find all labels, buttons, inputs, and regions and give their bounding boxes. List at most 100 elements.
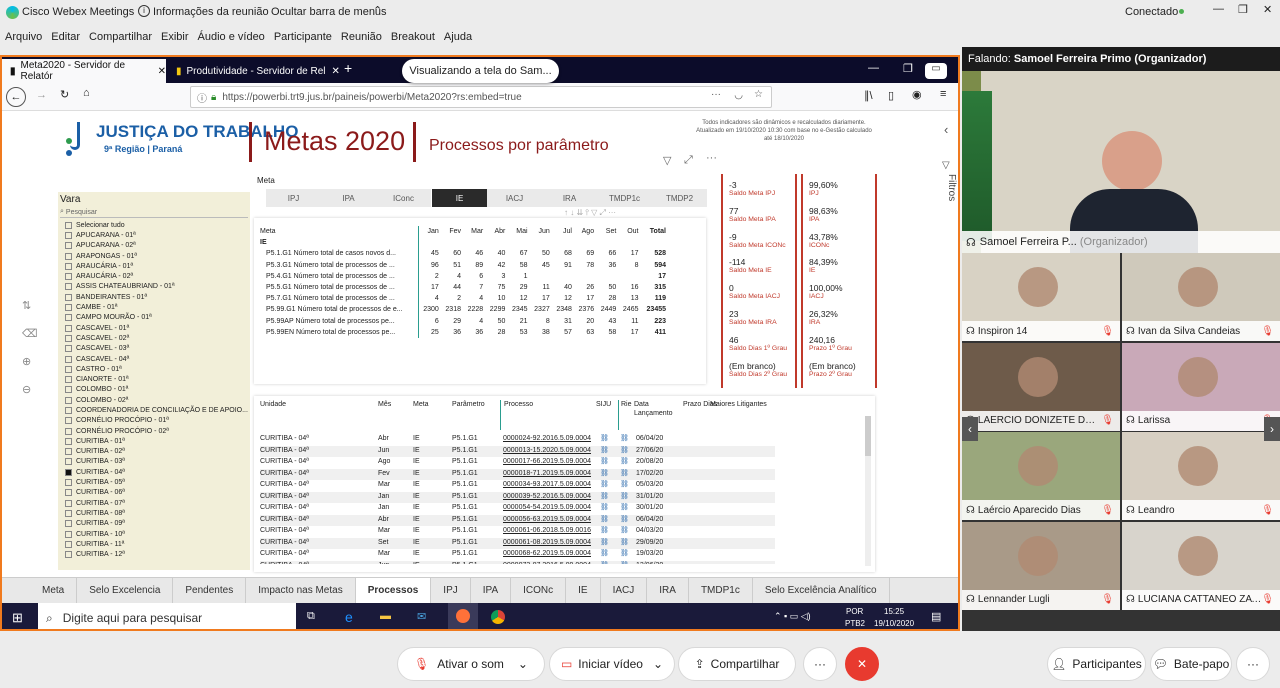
unmute-button[interactable]: 🎙︎ Ativar o som ⌄ <box>397 647 545 681</box>
vara-list-item[interactable]: CASCAVEL - 04ª <box>65 354 250 364</box>
filter-icon[interactable]: ▽ <box>942 160 950 171</box>
vara-list-item[interactable]: CURITIBA - 11ª <box>65 539 250 549</box>
filter-icon[interactable]: ▽ <box>663 154 671 167</box>
siju-link-icon[interactable]: ⛓ <box>600 526 609 534</box>
participant-tile[interactable]: ☊LAERCIO DONIZETE DEL ...🎙︎ <box>962 342 1120 431</box>
process-link[interactable]: 0000013-15.2020.5.09.0004 <box>503 447 591 454</box>
chrome-icon[interactable] <box>491 610 505 624</box>
firefox-taskbar-button[interactable] <box>448 603 478 629</box>
process-link[interactable]: 0000039-52.2016.5.09.0004 <box>503 493 591 500</box>
more-dots-icon[interactable]: ··· <box>711 89 721 100</box>
process-link[interactable]: 0000054-54.2019.5.09.0004 <box>503 504 591 511</box>
report-page-tab[interactable]: ICONc <box>511 577 567 604</box>
detail-header-cell[interactable]: Processo <box>500 400 540 430</box>
panel-options-button[interactable]: ··· <box>1236 647 1270 681</box>
checkbox-icon[interactable] <box>65 386 72 394</box>
menu-audio-video[interactable]: Áudio e vídeo <box>198 31 265 43</box>
detail-row[interactable]: CURITIBA - 04ª Mar IE P5.1.G1 0000061-06.201… <box>260 526 775 538</box>
restore-icon[interactable]: ❐ <box>903 62 913 75</box>
vara-list-item[interactable]: BANDEIRANTES - 01ª <box>65 292 250 302</box>
checkbox-icon[interactable] <box>65 345 72 353</box>
participant-tile[interactable]: ☊ Lennander Lugli 🎙︎ <box>962 521 1120 610</box>
vara-list-item[interactable]: CURITIBA - 07ª <box>65 498 250 508</box>
report-page-tab[interactable]: Processos <box>355 577 432 604</box>
vara-list-item[interactable]: COLOMBO - 02ª <box>65 395 250 405</box>
checkbox-icon[interactable] <box>65 262 72 270</box>
process-link[interactable]: 0000018-71.2019.5.09.0004 <box>503 470 591 477</box>
participant-tile[interactable]: ☊Larissa🎙︎ <box>1122 342 1280 431</box>
reload-icon[interactable]: ↻ <box>60 88 69 101</box>
checkbox-icon[interactable] <box>65 293 72 301</box>
account-icon[interactable]: ◉ <box>912 88 922 101</box>
vara-list-item[interactable]: CAMPO MOURÃO - 01ª <box>65 313 250 323</box>
detail-row[interactable]: CURITIBA - 04ª Set IE P5.1.G1 0000061-08.201… <box>260 537 775 549</box>
notification-icon[interactable]: ▤ <box>931 610 941 623</box>
detail-row[interactable]: CURITIBA - 04ª Ago IE P5.1.G1 0000017-66.201… <box>260 457 775 469</box>
info-icon[interactable]: i <box>138 5 150 17</box>
report-page-tab[interactable]: IACJ <box>601 577 648 604</box>
checkbox-icon[interactable] <box>65 242 72 250</box>
chevron-down-icon[interactable]: ⌄ <box>653 657 663 671</box>
meta-button-iacj[interactable]: IACJ <box>487 189 542 207</box>
clock-date[interactable]: 19/10/2020 <box>874 619 914 628</box>
report-page-tab[interactable]: IPA <box>471 577 512 604</box>
checkbox-icon[interactable] <box>65 273 72 281</box>
library-icon[interactable]: ∥\ <box>864 89 873 102</box>
checkbox-icon[interactable] <box>65 551 72 559</box>
meta-button-ie[interactable]: IE <box>432 189 487 207</box>
close-tab-icon[interactable]: ✕ <box>331 66 339 77</box>
participant-tile[interactable]: ☊ Laércio Aparecido Dias 🎙︎ <box>962 432 1120 520</box>
report-page-tab[interactable]: Selo Excelência Analítico <box>753 577 890 604</box>
siju-link-icon[interactable]: ⛓ <box>600 538 609 546</box>
checkbox-icon[interactable] <box>65 520 72 528</box>
sidebar-icon[interactable]: ▯ <box>888 89 894 102</box>
vara-list-item[interactable]: CORNÉLIO PROCÓPIO - 01ª <box>65 416 250 426</box>
detail-row[interactable]: CURITIBA - 04ª Abr IE P5.1.G1 0000056-63.201… <box>260 514 775 526</box>
vara-list-item[interactable]: APUCARANA - 02ª <box>65 241 250 251</box>
chevron-left-icon[interactable]: ‹ <box>944 122 948 137</box>
checkbox-icon[interactable] <box>65 406 72 414</box>
vara-list-item[interactable]: ARAPONGAS - 01ª <box>65 251 250 261</box>
participant-tile[interactable]: ☊ Leandro 🎙︎ <box>1122 432 1280 520</box>
hamburger-menu-icon[interactable]: ≡ <box>940 88 946 100</box>
checkbox-icon[interactable] <box>65 396 72 404</box>
process-link[interactable]: 0000073-07.2016.5.09.0004 <box>503 562 591 565</box>
vara-list-item[interactable]: CASTRO - 01ª <box>65 364 250 374</box>
task-view-icon[interactable]: ⧉ <box>307 610 315 623</box>
process-link[interactable]: 0000068-62.2019.5.09.0004 <box>503 550 591 557</box>
process-link[interactable]: 0000056-63.2019.5.09.0004 <box>503 516 591 523</box>
matrix-row[interactable]: P5.99EN Número total de processos pe... 2… <box>258 326 668 338</box>
rie-link-icon[interactable]: ⛓ <box>620 538 629 546</box>
vara-list-item[interactable]: ASSIS CHATEAUBRIAND - 01ª <box>65 282 250 292</box>
chevron-down-icon[interactable]: ⌄ <box>518 657 528 671</box>
detail-header-cell[interactable]: Parâmetro <box>452 400 492 409</box>
prev-page-icon[interactable]: ‹ <box>962 417 978 441</box>
vara-list-item[interactable]: CURITIBA - 03ª <box>65 457 250 467</box>
forward-icon[interactable]: → <box>36 89 47 101</box>
tray-icons[interactable]: ⌃ ▪ ▭ ◁) <box>774 611 811 622</box>
vara-list-item[interactable]: CURITIBA - 06ª <box>65 488 250 498</box>
vara-list-item[interactable]: CIANORTE - 01ª <box>65 374 250 384</box>
participants-button[interactable]: 👤︎ Participantes <box>1047 647 1146 681</box>
vara-list-item[interactable]: CURITIBA - 02ª <box>65 447 250 457</box>
rie-link-icon[interactable]: ⛓ <box>620 434 629 442</box>
url-bar[interactable]: ⓘ 🔒︎ https://powerbi.trt9.jus.br/paineis… <box>190 86 772 108</box>
minimize-icon[interactable]: — <box>868 62 879 74</box>
file-explorer-icon[interactable]: ▬ <box>380 610 391 622</box>
report-page-tab[interactable]: TMDP1c <box>689 577 753 604</box>
rie-link-icon[interactable]: ⛓ <box>620 503 629 511</box>
vara-list-item[interactable]: CURITIBA - 10ª <box>65 529 250 539</box>
detail-header-cell[interactable]: Meta <box>413 400 453 409</box>
siju-link-icon[interactable]: ⛓ <box>600 469 609 477</box>
siju-link-icon[interactable]: ⛓ <box>600 434 609 442</box>
meta-button-tmdp2[interactable]: TMDP2 <box>652 189 707 207</box>
zoom-in-icon[interactable]: ⊕ <box>22 355 31 368</box>
sharing-banner[interactable]: Visualizando a tela do Sam... <box>402 59 559 83</box>
vara-list-item[interactable]: APUCARANA - 01ª <box>65 230 250 240</box>
meta-button-iconc[interactable]: IConc <box>376 189 431 207</box>
matrix-row[interactable]: P5.4.G1 Número total de processos de ...… <box>258 270 668 282</box>
menu-breakout[interactable]: Breakout <box>391 31 435 43</box>
vara-list-item[interactable]: CASCAVEL - 03ª <box>65 344 250 354</box>
siju-link-icon[interactable]: ⛓ <box>600 503 609 511</box>
restore-icon[interactable]: ❐ <box>1238 3 1248 16</box>
